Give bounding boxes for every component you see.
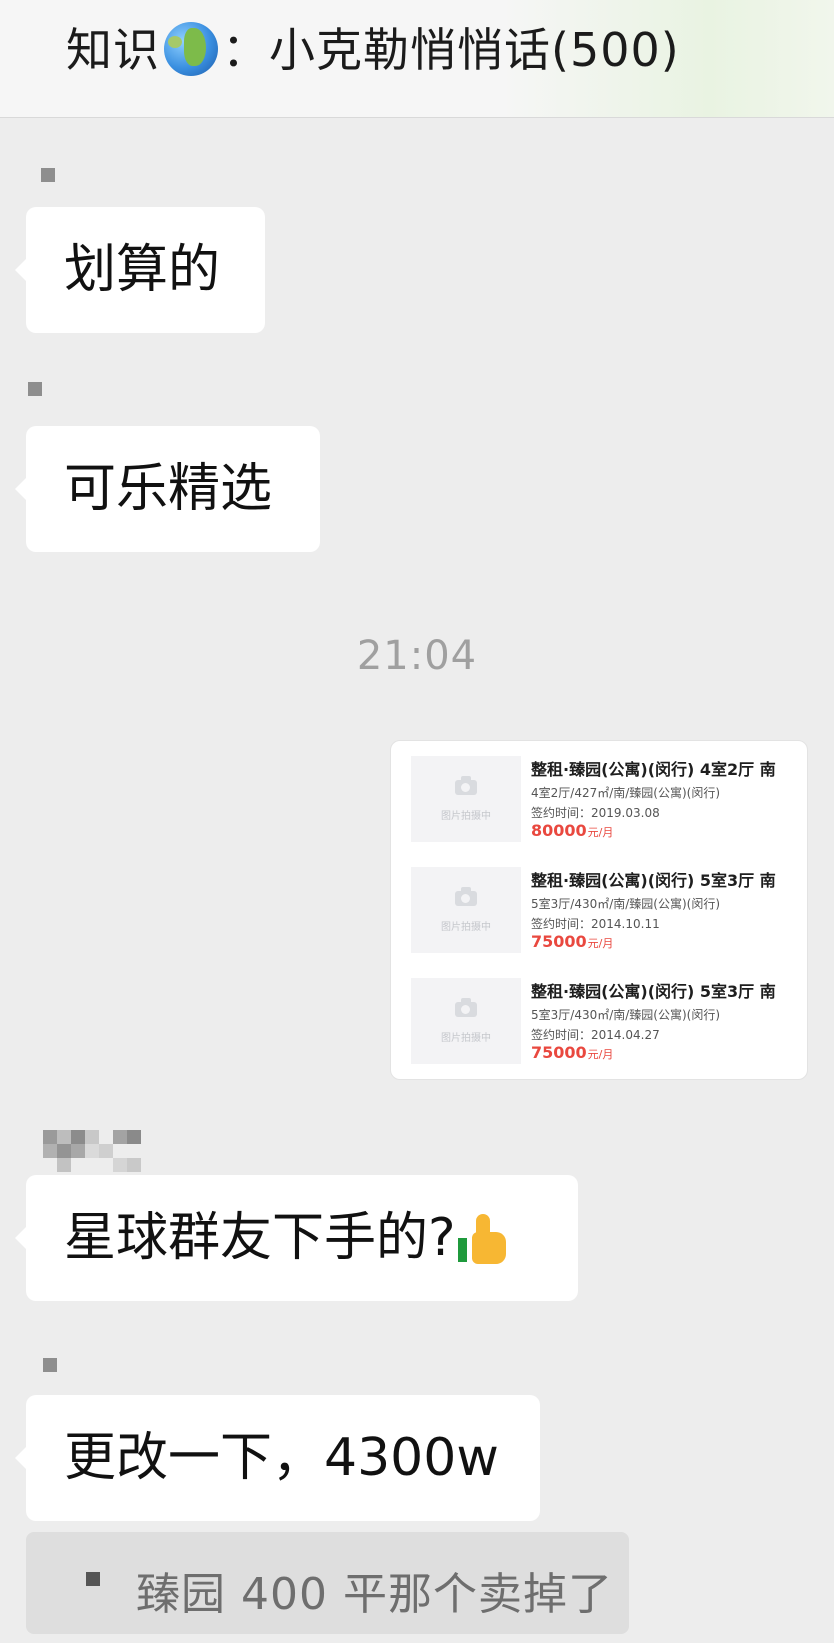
thumbnail-placeholder-text: 图片拍摄中	[441, 922, 491, 933]
price-unit: 元/月	[587, 1048, 614, 1061]
sender-avatar-pixelated[interactable]	[28, 382, 42, 396]
price-unit: 元/月	[587, 826, 614, 839]
quoted-text: 臻园 400 平那个卖掉了	[136, 1569, 613, 1620]
listing-item[interactable]: 图片拍摄中 整租·臻园(公寓)(闵行) 4室2厅 南 4室2厅/427㎡/南/臻…	[411, 756, 801, 844]
price-unit: 元/月	[587, 937, 614, 950]
price-value: 75000	[531, 932, 587, 951]
listing-thumbnail: 图片拍摄中	[411, 978, 521, 1064]
message-text: 星球群友下手的?	[64, 1208, 456, 1268]
listing-thumbnail: 图片拍摄中	[411, 756, 521, 842]
listing-detail: 5室3厅/430㎡/南/臻园(公寓)(闵行)	[531, 897, 721, 911]
sender-name-pixelated[interactable]	[43, 1130, 143, 1174]
earth-globe-icon	[164, 21, 218, 76]
quoted-message[interactable]: 臻园 400 平那个卖掉了	[26, 1532, 629, 1634]
sender-avatar-pixelated[interactable]	[41, 168, 55, 182]
camera-icon	[455, 887, 477, 906]
listing-price: 75000元/月	[531, 932, 613, 951]
listing-price: 75000元/月	[531, 1043, 613, 1062]
thumbnail-placeholder-text: 图片拍摄中	[441, 811, 491, 822]
listing-detail: 4室2厅/427㎡/南/臻园(公寓)(闵行)	[531, 786, 721, 800]
rental-listing-card[interactable]: 图片拍摄中 整租·臻园(公寓)(闵行) 4室2厅 南 4室2厅/427㎡/南/臻…	[390, 740, 808, 1080]
message-bubble[interactable]: 可乐精选	[15, 426, 320, 552]
chat-title[interactable]: 知识 ：小克勒悄悄话(500)	[66, 18, 680, 82]
timestamp: 21:04	[356, 633, 478, 679]
message-text: 划算的	[64, 240, 221, 300]
listing-detail: 5室3厅/430㎡/南/臻园(公寓)(闵行)	[531, 1008, 721, 1022]
chat-title-prefix: 知识	[66, 23, 160, 77]
message-bubble[interactable]: 更改一下，4300w	[15, 1395, 540, 1521]
listing-item[interactable]: 图片拍摄中 整租·臻园(公寓)(闵行) 5室3厅 南 5室3厅/430㎡/南/臻…	[411, 867, 801, 955]
listing-thumbnail: 图片拍摄中	[411, 867, 521, 953]
thumbs-up-icon	[457, 1212, 510, 1264]
message-bubble[interactable]: 划算的	[15, 207, 265, 333]
sender-avatar-pixelated[interactable]	[43, 1358, 57, 1372]
listing-title: 整租·臻园(公寓)(闵行) 5室3厅 南	[531, 871, 776, 890]
listing-title: 整租·臻园(公寓)(闵行) 5室3厅 南	[531, 982, 776, 1001]
thumbnail-placeholder-text: 图片拍摄中	[441, 1033, 491, 1044]
message-text: 更改一下，4300w	[64, 1428, 499, 1488]
price-value: 75000	[531, 1043, 587, 1062]
listing-title: 整租·臻园(公寓)(闵行) 4室2厅 南	[531, 760, 776, 779]
listing-price: 80000元/月	[531, 821, 613, 840]
listing-signed-date: 签约时间：2014.04.27	[531, 1028, 660, 1042]
price-value: 80000	[531, 821, 587, 840]
listing-signed-date: 签约时间：2019.03.08	[531, 806, 660, 820]
chat-title-suffix: ：小克勒悄悄话(500)	[222, 23, 680, 77]
listing-signed-date: 签约时间：2014.10.11	[531, 917, 660, 931]
quote-sender-avatar	[86, 1572, 100, 1586]
message-text: 可乐精选	[64, 459, 273, 519]
camera-icon	[455, 998, 477, 1017]
chat-header: 知识 ：小克勒悄悄话(500)	[0, 0, 834, 118]
message-bubble[interactable]: 星球群友下手的?	[15, 1175, 578, 1301]
camera-icon	[455, 776, 477, 795]
listing-item[interactable]: 图片拍摄中 整租·臻园(公寓)(闵行) 5室3厅 南 5室3厅/430㎡/南/臻…	[411, 978, 801, 1066]
